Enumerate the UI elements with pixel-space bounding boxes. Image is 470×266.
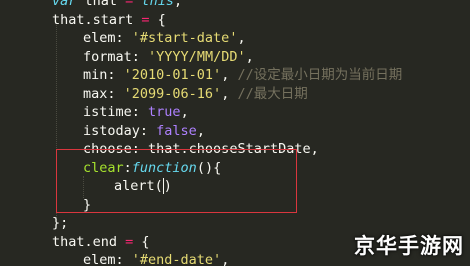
code-token: '#end-date' — [131, 252, 222, 266]
code-token: , — [221, 252, 230, 266]
code-token: ; — [173, 0, 183, 9]
code-token: '2099-06-16' — [123, 85, 222, 102]
code-line[interactable]: istoday: false, — [83, 122, 205, 141]
code-token: true — [148, 104, 181, 120]
code-token: : — [115, 252, 132, 266]
watermark-text: 京华手游网 — [354, 234, 464, 258]
code-line[interactable]: min: '2010-01-01', //设定最小日期为当前日期 — [83, 66, 402, 85]
code-token: false — [156, 122, 197, 139]
code-token: , — [221, 67, 238, 83]
code-token: , — [196, 122, 205, 139]
code-token: }; — [52, 215, 69, 231]
code-token: : — [115, 30, 132, 46]
code-token: , — [245, 48, 254, 65]
code-token: istoday — [83, 122, 140, 139]
code-token: var — [52, 0, 77, 9]
code-token: : — [139, 122, 157, 139]
code-token: max — [83, 85, 108, 102]
code-token: elem — [83, 252, 116, 266]
code-token: istime — [83, 104, 132, 120]
code-token: : — [131, 104, 149, 120]
code-token: { — [133, 233, 150, 250]
code-token: : — [107, 67, 124, 83]
code-line[interactable]: elem: '#start-date', — [83, 29, 246, 48]
code-token: '2010-01-01' — [123, 67, 222, 83]
code-line[interactable]: istime: true, — [83, 103, 189, 122]
code-editor[interactable]: var that = this; that.start = {elem: '#st… — [0, 0, 470, 266]
code-line[interactable]: that.end = { — [52, 233, 150, 252]
code-line[interactable]: var that = this; — [52, 0, 182, 11]
watermark-logo: 京华手游网 — [354, 230, 464, 260]
code-token: this — [141, 0, 174, 9]
code-token: , — [180, 104, 189, 120]
code-token: : — [107, 85, 124, 102]
code-token: that.end — [52, 233, 126, 250]
code-line[interactable]: max: '2099-06-16', //最大日期 — [83, 85, 308, 104]
code-line[interactable]: format: 'YYYY/MM/DD', — [83, 48, 254, 67]
code-token: that — [76, 0, 126, 9]
editor-gutter — [0, 0, 40, 266]
code-line[interactable]: }; — [52, 214, 68, 233]
code-token: //设定最小日期为当前日期 — [237, 67, 403, 83]
code-token: format — [83, 48, 132, 65]
code-line[interactable]: that.start = { — [52, 11, 166, 30]
code-token: min — [83, 67, 108, 83]
code-token: , — [237, 30, 246, 46]
code-token: that.start — [52, 11, 142, 28]
code-token: { — [149, 11, 166, 28]
code-token: //最大日期 — [237, 85, 308, 102]
code-token: : — [131, 48, 149, 65]
code-line[interactable]: elem: '#end-date', — [83, 251, 229, 266]
highlight-annotation-box — [56, 149, 297, 213]
code-token: = — [141, 11, 150, 28]
code-token: 'YYYY/MM/DD' — [148, 48, 246, 65]
code-token: , — [221, 85, 238, 102]
code-token: elem — [83, 30, 116, 46]
code-token: '#start-date' — [131, 30, 238, 46]
